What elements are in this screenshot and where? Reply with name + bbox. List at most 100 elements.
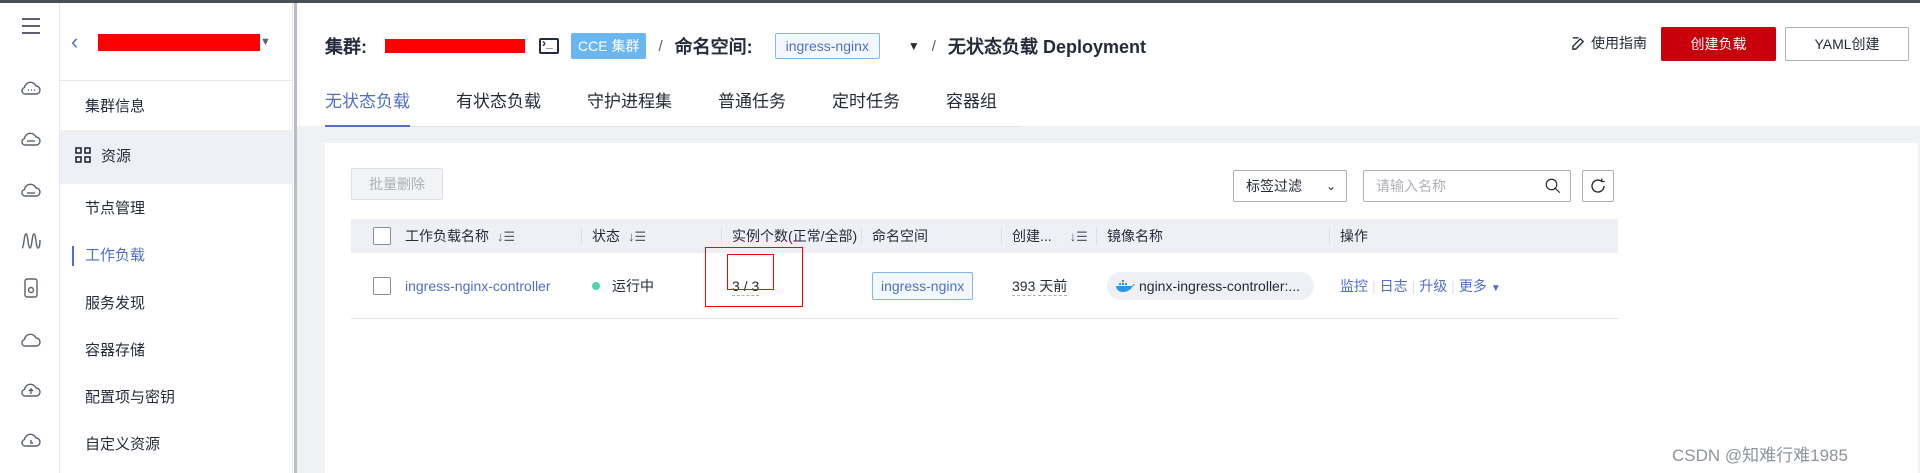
refresh-button[interactable] — [1582, 170, 1614, 202]
grid-icon — [75, 147, 91, 163]
sort-icon[interactable]: ↓☰ — [628, 220, 646, 254]
action-divider: | — [1372, 278, 1376, 294]
row-checkbox[interactable] — [373, 277, 391, 295]
namespace-cell: ingress-nginx — [872, 253, 974, 319]
sidebar-item-nodes[interactable]: 节点管理 — [60, 185, 293, 232]
cluster-label: 集群: — [325, 37, 367, 57]
column-label: 状态 — [592, 228, 620, 244]
image-tag[interactable]: nginx-ingress-controller:... — [1107, 272, 1315, 300]
icon-rail — [0, 3, 60, 473]
menu-icon[interactable] — [18, 13, 44, 39]
tab-statefulset[interactable]: 有状态负载 — [456, 87, 541, 126]
column-divider — [721, 227, 722, 245]
upgrade-link[interactable]: 升级 — [1419, 278, 1447, 294]
namespace-caret-icon[interactable]: ▼ — [908, 39, 920, 53]
cloud-outline-icon[interactable] — [18, 327, 44, 353]
tag-filter-button[interactable]: 标签过滤 ⌄ — [1233, 170, 1347, 202]
sidebar-item-services[interactable]: 服务发现 — [60, 280, 293, 327]
tag-filter-label: 标签过滤 — [1246, 178, 1302, 194]
caret-down-icon[interactable]: ▼ — [260, 36, 271, 48]
terminal-icon[interactable] — [539, 36, 559, 54]
sidebar-item-workloads[interactable]: 工作负载 — [60, 232, 293, 279]
column-header-namespace: 命名空间 — [872, 228, 928, 244]
action-divider: | — [1451, 278, 1455, 294]
cluster-switcher[interactable]: ‹ ▼ — [60, 3, 292, 81]
select-all-checkbox[interactable] — [373, 227, 391, 245]
column-divider — [1001, 227, 1002, 245]
column-divider — [1329, 227, 1330, 245]
column-divider — [861, 227, 862, 245]
column-header-created[interactable]: 创建... ↓☰ — [1012, 219, 1088, 253]
created-time: 393 天前 — [1012, 278, 1068, 296]
tab-deployment[interactable]: 无状态负载 — [325, 87, 410, 127]
cloud-icon[interactable] — [18, 75, 44, 101]
tab-job[interactable]: 普通任务 — [718, 87, 786, 126]
device-icon[interactable] — [18, 275, 44, 301]
sidebar-item-custom-resources[interactable]: 自定义资源 — [60, 421, 293, 468]
sidebar-group-resources[interactable]: 资源 — [60, 130, 293, 184]
column-label: 创建... — [1012, 228, 1052, 244]
action-divider: | — [1411, 278, 1416, 294]
redacted-cluster-name — [98, 34, 260, 51]
workload-name-link[interactable]: ingress-nginx-controller — [405, 253, 551, 319]
guide-label: 使用指南 — [1591, 35, 1647, 51]
cloud-db-icon[interactable] — [18, 177, 44, 203]
tab-pod[interactable]: 容器组 — [946, 87, 997, 126]
watermark: CSDN @知难行难1985 — [1672, 446, 1848, 465]
namespace-select[interactable]: ingress-nginx — [774, 33, 880, 59]
actions-cell: 监控 | 日志 | 升级 | 更多 ▼ — [1340, 253, 1501, 319]
created-cell: 393 天前 — [1012, 253, 1068, 319]
column-divider — [1096, 227, 1097, 245]
create-workload-button[interactable]: 创建负载 — [1661, 27, 1776, 61]
sort-icon[interactable]: ↓☰ — [497, 220, 515, 254]
search-icon[interactable] — [1544, 177, 1562, 195]
monitor-link[interactable]: 监控 — [1340, 278, 1368, 294]
redacted-cluster-value — [385, 39, 525, 53]
namespace-tag[interactable]: ingress-nginx — [872, 272, 974, 300]
workload-tabs: 无状态负载 有状态负载 守护进程集 普通任务 定时任务 容器组 — [325, 87, 1021, 127]
column-label: 工作负载名称 — [405, 228, 489, 244]
table-row: ingress-nginx-controller 运行中 3 / 3 ingre… — [351, 253, 1618, 319]
refresh-icon — [1591, 178, 1605, 193]
sidebar-item-config-secrets[interactable]: 配置项与密钥 — [60, 374, 293, 421]
search-input[interactable] — [1364, 171, 1534, 201]
tab-daemonset[interactable]: 守护进程集 — [587, 87, 672, 126]
waveform-icon[interactable] — [18, 227, 44, 253]
chevron-left-icon[interactable]: ‹ — [71, 29, 78, 55]
annotation-box-inner — [727, 254, 774, 290]
cluster-sidebar: ‹ ▼ 集群信息 资源 节点管理 工作负载 服务发现 容器存储 配置项与密钥 自… — [60, 3, 293, 473]
edit-icon — [1572, 36, 1585, 50]
running-status-dot — [592, 282, 600, 290]
image-cell: nginx-ingress-controller:... — [1107, 253, 1315, 319]
image-name: nginx-ingress-controller:... — [1139, 278, 1301, 294]
breadcrumb: 集群: CCE 集群 / 命名空间: ingress-nginx ▼ / 无状态… — [325, 31, 1146, 61]
logs-link[interactable]: 日志 — [1380, 278, 1408, 294]
column-divider — [581, 227, 582, 245]
sidebar-item-cluster-info[interactable]: 集群信息 — [60, 83, 293, 130]
breadcrumb-separator: / — [658, 37, 663, 55]
workload-list-card: 批量删除 标签过滤 ⌄ 工作负载名称↓☰ 状态↓☰ 实例个数(正常/全部) 命名… — [325, 143, 1918, 473]
column-header-image: 镜像名称 — [1107, 228, 1163, 244]
status-cell: 运行中 — [592, 253, 654, 319]
tab-cronjob[interactable]: 定时任务 — [832, 87, 900, 126]
column-header-actions: 操作 — [1340, 228, 1368, 244]
cloud-upload-icon[interactable] — [18, 377, 44, 403]
more-label: 更多 — [1458, 278, 1487, 294]
sort-icon[interactable]: ↓☰ — [1070, 220, 1088, 254]
sidebar-group-label: 资源 — [101, 148, 132, 165]
status-text: 运行中 — [612, 278, 654, 294]
column-header-name[interactable]: 工作负载名称 ↓☰ — [405, 219, 515, 253]
guide-link[interactable]: 使用指南 — [1571, 33, 1647, 53]
sidebar-item-storage[interactable]: 容器存储 — [60, 327, 293, 374]
page-header: 集群: CCE 集群 / 命名空间: ingress-nginx ▼ / 无状态… — [297, 3, 1920, 127]
cluster-type-tag: CCE 集群 — [571, 33, 647, 59]
yaml-create-button[interactable]: YAML创建 — [1785, 27, 1909, 61]
batch-delete-button[interactable]: 批量删除 — [351, 168, 443, 200]
cloud-time-icon[interactable] — [18, 427, 44, 453]
column-header-status[interactable]: 状态 ↓☰ — [592, 219, 646, 253]
more-dropdown[interactable]: 更多 ▼ — [1459, 278, 1501, 294]
cloud-server-icon[interactable] — [18, 126, 44, 152]
double-chevron-down-icon: ⌄ — [1325, 179, 1336, 193]
docker-whale-icon — [1116, 280, 1135, 292]
search-box — [1363, 170, 1571, 202]
